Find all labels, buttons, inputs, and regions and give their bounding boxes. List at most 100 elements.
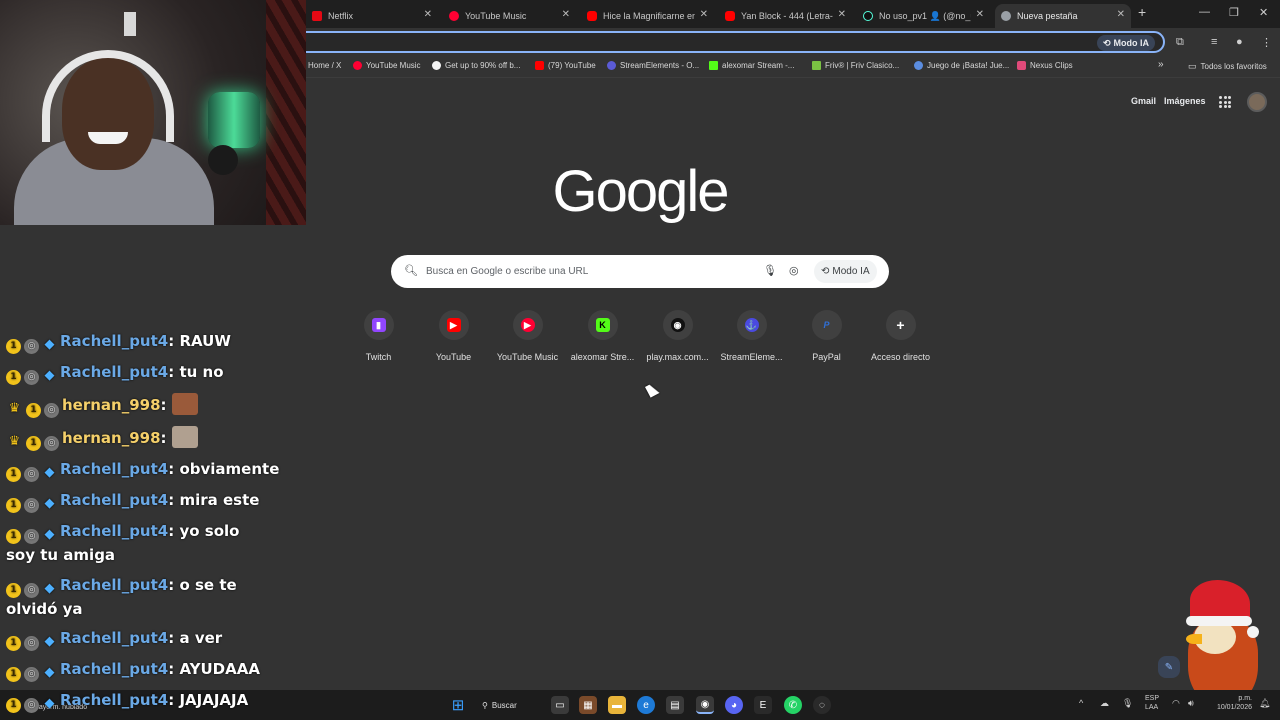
bookmark-label: Get up to 90% off b... (445, 61, 521, 70)
bookmark-item[interactable]: alexomar Stream -... (709, 61, 794, 70)
chat-text: JAJAJAJA (179, 691, 249, 709)
clock[interactable]: p.m. 10/01/2026 (1208, 694, 1252, 712)
bookmark-item[interactable]: (79) YouTube (535, 61, 596, 70)
discord-icon[interactable]: ◕ (725, 696, 743, 714)
edge-icon[interactable]: e (637, 696, 655, 714)
tab-youtube-video-1[interactable]: Hice la Magnificarne en la ✕ (581, 4, 714, 28)
shortcut-tile[interactable]: ▮ Twitch (341, 310, 416, 362)
customize-chrome-button[interactable]: ✎ (1158, 656, 1180, 678)
file-explorer-icon[interactable]: ▬ (608, 696, 626, 714)
notifications-icon[interactable]: 🔔︎ (1259, 699, 1270, 708)
shortcut-tile[interactable]: ▶ YouTube (416, 310, 491, 362)
tab-new-tab[interactable]: Nueva pestaña ✕ (995, 4, 1131, 28)
profile-icon[interactable]: ● (1236, 36, 1243, 48)
gray-badge-icon: ◎ (24, 698, 39, 713)
bookmark-item[interactable]: YouTube Music (353, 61, 421, 70)
plus-icon: + (896, 317, 905, 333)
bookmark-item[interactable]: Juego de ¡Basta! Jue... (914, 61, 1009, 70)
new-tab-icon[interactable]: + (1138, 4, 1146, 20)
close-icon[interactable]: ✕ (562, 9, 570, 20)
youtube-icon (725, 11, 735, 21)
account-avatar[interactable] (1247, 92, 1267, 112)
search-ai-mode-button[interactable]: ⟲ Modo IA (814, 260, 877, 283)
close-icon[interactable]: ✕ (424, 9, 432, 20)
cube-badge-icon: ◆ (44, 527, 55, 542)
bookmark-label: StreamElements - O... (620, 61, 700, 70)
youtube-music-icon (353, 61, 362, 70)
lens-icon[interactable]: ◎ (789, 264, 799, 277)
shortcut-label: YouTube (435, 352, 472, 362)
taskbar-search[interactable]: ⚲ Buscar (482, 696, 517, 714)
cube-badge-icon: ◆ (44, 368, 55, 383)
omnibox-ai-mode-button[interactable]: ⟲ Modo IA (1096, 35, 1155, 51)
shortcut-tile[interactable]: P PayPal (789, 310, 864, 362)
chat-message: 1 ◎ ◆ Rachell_put4: RAUW (6, 330, 296, 354)
santa-hat-band (1186, 616, 1252, 626)
close-icon[interactable]: ✕ (838, 9, 846, 20)
gray-badge-icon: ◎ (24, 467, 39, 482)
windows-start-icon[interactable]: ⊞ (449, 696, 467, 714)
maximize-icon[interactable]: ❐ (1229, 6, 1239, 19)
minimize-icon[interactable]: — (1199, 6, 1210, 18)
menu-icon[interactable]: ⋮ (1261, 36, 1272, 49)
wifi-icon[interactable]: ◠ (1172, 699, 1180, 708)
microphone-icon[interactable]: 🎙︎ (763, 264, 777, 277)
chat-message: 1 ◎ ◆ Rachell_put4: mira este (6, 489, 296, 513)
shortcut-tile[interactable]: K alexomar Stre... (565, 310, 640, 362)
cube-badge-icon: ◆ (44, 337, 55, 352)
link-icon (432, 61, 441, 70)
bookmark-item[interactable]: Nexus Clips (1017, 61, 1073, 70)
microphone-tray-icon[interactable]: 🎙︎ (1122, 699, 1133, 708)
chevron-up-icon[interactable]: ^ (1079, 699, 1083, 708)
add-shortcut-tile[interactable]: + Acceso directo (863, 310, 938, 362)
bookmark-item[interactable]: Get up to 90% off b... (432, 61, 520, 70)
shortcut-tile[interactable]: ⚓ StreamEleme... (714, 310, 789, 362)
cube-badge-icon: ◆ (44, 496, 55, 511)
cloud-icon[interactable]: ☁ (1100, 699, 1109, 708)
extensions-icon[interactable]: ⧉ (1176, 36, 1184, 49)
volume-icon[interactable]: 🔊︎ (1188, 699, 1194, 708)
shortcut-tile[interactable]: ◉ play.max.com... (640, 310, 715, 362)
chrome-taskbar-icon[interactable]: ◉ (696, 696, 714, 714)
bookmark-item[interactable]: StreamElements - O... (607, 61, 699, 70)
language-indicator[interactable]: ESP LAA (1145, 694, 1159, 712)
chat-username: Rachell_put4 (60, 629, 169, 647)
chat-message: 1 ◎ ◆ Rachell_put4: obviamente (6, 458, 296, 482)
microphone-image (208, 145, 238, 175)
sub-badge-icon: 1 (6, 339, 21, 354)
chat-username: hernan_998 (62, 429, 161, 447)
store-icon[interactable]: ▤ (666, 696, 684, 714)
close-icon[interactable]: ✕ (700, 9, 708, 20)
media-controls-icon[interactable]: ≡ (1211, 36, 1217, 48)
all-bookmarks-button[interactable]: ▭ Todos los favoritos (1188, 61, 1267, 72)
task-view-icon[interactable]: ▭ (551, 696, 569, 714)
sub-badge-icon: 1 (6, 498, 21, 513)
apps-grid-icon[interactable] (1219, 96, 1231, 108)
keyboard-layout: LAA (1145, 704, 1159, 711)
images-link[interactable]: Imágenes (1164, 96, 1206, 106)
gmail-link[interactable]: Gmail (1131, 96, 1156, 106)
epic-games-icon[interactable]: E (754, 696, 772, 714)
shortcut-tile[interactable]: ▶ YouTube Music (490, 310, 565, 362)
widgets-icon[interactable]: ▦ (579, 696, 597, 714)
gray-badge-icon: ◎ (24, 498, 39, 513)
close-icon[interactable]: ✕ (976, 9, 984, 20)
chat-username: Rachell_put4 (60, 691, 169, 709)
search-box[interactable]: 🔍︎ Busca en Google o escribe una URL 🎙︎ … (391, 255, 889, 288)
screen: Netflix ✕ YouTube Music ✕ Hice la Magnif… (0, 0, 1280, 720)
close-icon[interactable]: ✕ (1117, 9, 1125, 20)
address-bar[interactable]: ⟲ Modo IA (260, 31, 1165, 53)
bookmark-item[interactable]: Friv® | Friv Clasico... (812, 61, 899, 70)
whatsapp-icon[interactable]: ✆ (784, 696, 802, 714)
omnibox-ai-label: Modo IA (1113, 38, 1150, 48)
obs-icon[interactable]: ◌ (813, 696, 831, 714)
tab-youtube-video-2[interactable]: Yan Block - 444 (Letra-Ly ✕ (719, 4, 852, 28)
max-icon: ◉ (670, 318, 685, 332)
tab-tiktok[interactable]: No uso_pv1 👤 (@no_uso ✕ (857, 4, 990, 28)
youtube-music-icon (449, 11, 459, 21)
tab-netflix[interactable]: Netflix ✕ (306, 4, 438, 28)
close-window-icon[interactable]: ✕ (1259, 6, 1268, 19)
tab-youtube-music[interactable]: YouTube Music ✕ (443, 4, 576, 28)
bookmark-item[interactable]: Home / X (308, 61, 341, 70)
chevron-right-icon[interactable]: » (1158, 59, 1164, 70)
